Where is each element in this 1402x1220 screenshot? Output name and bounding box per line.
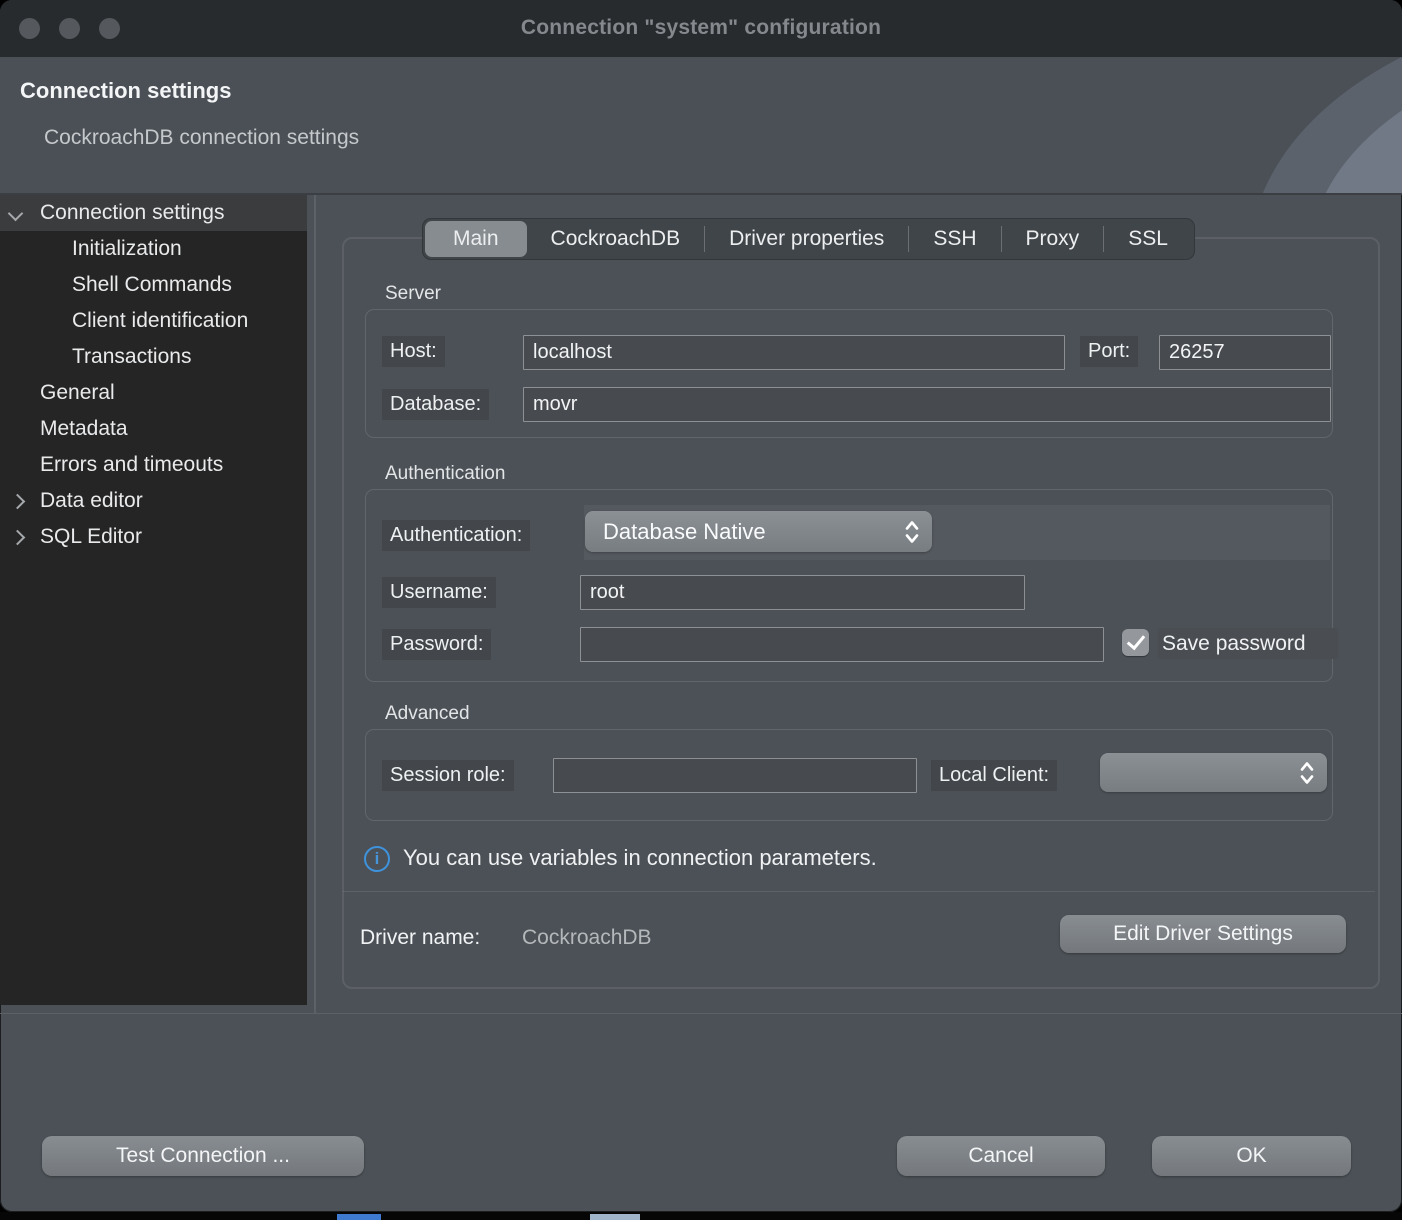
test-connection-button[interactable]: Test Connection ... (42, 1136, 364, 1176)
tab-ssl[interactable]: SSL (1104, 221, 1192, 257)
advanced-section-label: Advanced (385, 703, 470, 725)
sidebar-item-label: Client identification (72, 303, 248, 339)
sidebar-item-label: Transactions (72, 339, 191, 375)
server-section-label: Server (385, 283, 441, 305)
save-password-label: Save password (1158, 628, 1338, 659)
variables-hint-text: You can use variables in connection para… (403, 845, 877, 871)
ok-button[interactable]: OK (1152, 1136, 1351, 1176)
sidebar-item-general[interactable]: General (0, 375, 307, 411)
sidebar-item-label: SQL Editor (40, 519, 142, 555)
chevron-right-icon[interactable] (10, 494, 26, 510)
info-icon: i (364, 846, 390, 872)
connection-config-window: Connection "system" configuration Connec… (0, 0, 1402, 1212)
driver-row-divider (343, 891, 1375, 892)
session-role-input[interactable] (553, 758, 917, 793)
driver-name-value: CockroachDB (522, 926, 652, 950)
page-title: Connection settings (20, 78, 231, 104)
window-title: Connection "system" configuration (0, 16, 1402, 40)
page-header: Connection settings CockroachDB connecti… (0, 57, 1402, 195)
tab-bar: Main CockroachDB Driver properties SSH P… (422, 218, 1195, 260)
footer-divider (0, 1013, 1402, 1014)
sidebar-item-metadata[interactable]: Metadata (0, 411, 307, 447)
desktop-hint (337, 1214, 381, 1220)
save-password-checkbox[interactable] (1122, 629, 1149, 656)
port-input[interactable] (1159, 335, 1331, 370)
chevron-down-icon[interactable] (8, 206, 24, 222)
session-role-label: Session role: (382, 760, 514, 791)
tab-driver-properties[interactable]: Driver properties (705, 221, 908, 257)
sidebar-item-sql-editor[interactable]: SQL Editor (0, 519, 307, 555)
sidebar-item-initialization[interactable]: Initialization (0, 231, 307, 267)
cancel-button[interactable]: Cancel (897, 1136, 1105, 1176)
title-bar[interactable]: Connection "system" configuration (0, 0, 1402, 57)
tab-cockroachdb[interactable]: CockroachDB (527, 221, 705, 257)
sidebar-item-transactions[interactable]: Transactions (0, 339, 307, 375)
local-client-label: Local Client: (931, 760, 1057, 791)
authentication-section-label: Authentication (385, 463, 505, 485)
username-input[interactable] (580, 575, 1025, 610)
sidebar-item-label: Errors and timeouts (40, 447, 223, 483)
password-input[interactable] (580, 627, 1104, 662)
username-label: Username: (382, 577, 496, 608)
sidebar-item-label: Data editor (40, 483, 143, 519)
updown-chevron-icon (904, 519, 920, 545)
authentication-label: Authentication: (382, 520, 530, 551)
driver-name-label: Driver name: (360, 926, 480, 950)
tab-proxy[interactable]: Proxy (1002, 221, 1104, 257)
checkmark-icon (1127, 631, 1146, 650)
tab-ssh[interactable]: SSH (909, 221, 1000, 257)
sidebar-item-label: Metadata (40, 411, 128, 447)
sidebar-item-client-identification[interactable]: Client identification (0, 303, 307, 339)
port-label: Port: (1080, 336, 1138, 367)
sidebar-item-connection-settings[interactable]: Connection settings (0, 195, 307, 231)
sidebar-divider (314, 195, 316, 1013)
sidebar-item-label: General (40, 375, 115, 411)
desktop-background (0, 1212, 1402, 1220)
host-input[interactable] (523, 335, 1065, 370)
page-subtitle: CockroachDB connection settings (44, 126, 359, 150)
sidebar-item-data-editor[interactable]: Data editor (0, 483, 307, 519)
sidebar-item-errors-and-timeouts[interactable]: Errors and timeouts (0, 447, 307, 483)
password-label: Password: (382, 629, 491, 660)
edit-driver-settings-button[interactable]: Edit Driver Settings (1060, 915, 1346, 953)
local-client-select[interactable] (1100, 753, 1327, 792)
authentication-select[interactable]: Database Native (585, 511, 932, 552)
sidebar-item-label: Shell Commands (72, 267, 232, 303)
authentication-select-value: Database Native (585, 519, 904, 545)
settings-tree: Connection settings Initialization Shell… (0, 195, 307, 1005)
tab-main[interactable]: Main (425, 221, 527, 257)
desktop-hint (590, 1214, 640, 1220)
sidebar-item-label: Initialization (72, 231, 182, 267)
database-label: Database: (382, 389, 489, 420)
host-label: Host: (382, 336, 445, 367)
sidebar-item-label: Connection settings (40, 195, 224, 231)
sidebar-item-shell-commands[interactable]: Shell Commands (0, 267, 307, 303)
updown-chevron-icon (1299, 760, 1315, 786)
chevron-right-icon[interactable] (10, 530, 26, 546)
database-input[interactable] (523, 387, 1331, 422)
